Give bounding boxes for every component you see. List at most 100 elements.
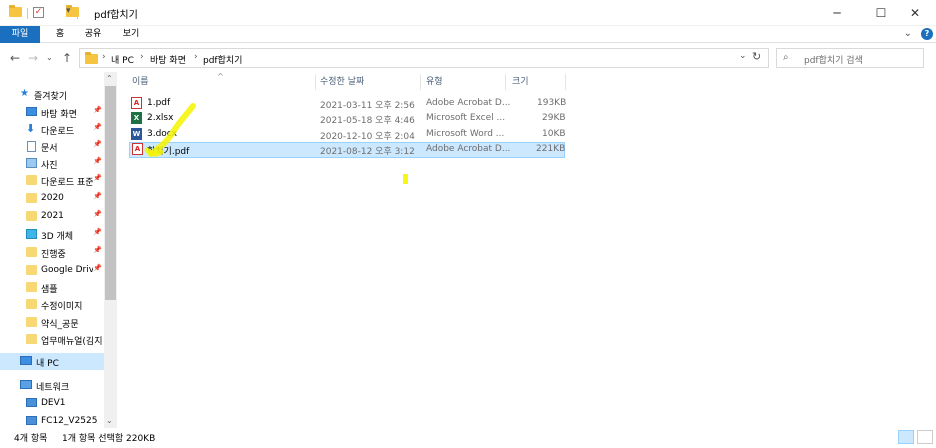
file-type: Adobe Acrobat D... [426,98,511,108]
scrollbar-thumb[interactable] [105,86,116,300]
folder-icon [26,247,37,257]
sidebar-scrollbar[interactable]: ⌃ ⌄ [104,72,117,428]
file-date: 2021-03-11 오후 2:56 [320,101,415,111]
tab-file[interactable]: 파일 [0,26,40,43]
properties-icon[interactable]: ✓ [33,7,44,18]
tab-home[interactable]: 홈 [46,26,74,43]
column-divider[interactable] [505,74,506,90]
separator [27,8,28,19]
refresh-icon[interactable]: ↻ [752,50,761,63]
nav-this-pc[interactable]: 내 PC [0,353,104,370]
minimize-button[interactable]: ─ [814,0,860,26]
details-view-icon[interactable] [898,430,914,444]
nav-label: 업무매뉴얼(김지 [41,337,103,347]
nav-item-downloads[interactable]: ⬇ 다운로드 📌 [0,121,104,138]
nav-item-folder[interactable]: 진행중 📌 [0,244,104,261]
column-divider[interactable] [565,74,566,90]
folder-icon [26,265,37,275]
nav-label: DEV1 [41,398,66,408]
nav-label: 즐겨찾기 [34,92,68,102]
pin-icon[interactable]: 📌 [93,174,102,182]
chevron-right-icon[interactable]: › [102,52,106,62]
download-icon: ⬇ [26,122,36,135]
pin-icon[interactable]: 📌 [93,157,102,165]
file-type: Adobe Acrobat D... [426,144,511,154]
column-header-type[interactable]: 유형 [426,72,443,92]
quick-access-dropdown-icon[interactable]: ▾ [66,6,71,19]
nav-item-folder[interactable]: 다운로드 표준 📌 [0,172,104,189]
pin-icon[interactable]: 📌 [93,123,102,131]
nav-label: 약식_공문 [41,320,79,330]
pin-icon[interactable]: 📌 [93,228,102,236]
chevron-right-icon[interactable]: › [140,52,144,62]
forward-arrow-icon[interactable]: → [28,51,38,65]
tab-view[interactable]: 보기 [114,26,148,43]
status-bar: 4개 항목 1개 항목 선택함 220KB [0,428,936,448]
file-list[interactable]: ^ 이름 수정한 날짜 유형 크기 A 1.pdf 2021-03-11 오후 … [117,72,936,428]
title-bar: ✓ ▾ pdf합치기 ─ ☐ ✕ [0,0,936,26]
sort-ascending-icon: ^ [217,72,224,81]
nav-item-folder[interactable]: 약식_공문 [0,314,104,331]
column-header-name[interactable]: 이름 [132,72,149,92]
nav-item-3d-objects[interactable]: 3D 개체 📌 [0,226,104,243]
breadcrumb-this-pc[interactable]: 내 PC [111,53,134,66]
pin-icon[interactable]: 📌 [93,140,102,148]
nav-label: 3D 개체 [41,232,74,242]
breadcrumb-current[interactable]: pdf합치기 [203,53,242,66]
nav-item-google-drive[interactable]: Google Drive 📌 [0,262,104,279]
nav-item-pictures[interactable]: 사진 📌 [0,155,104,172]
folder-icon [26,193,37,203]
nav-item-folder[interactable]: 수정이미지 [0,296,104,313]
scroll-up-icon[interactable]: ⌃ [106,74,113,83]
folder-icon [26,282,37,292]
chevron-down-icon[interactable]: ⌄ [904,28,912,39]
file-type: Microsoft Excel ... [426,113,506,123]
pin-icon[interactable]: 📌 [93,246,102,254]
address-dropdown-icon[interactable]: ⌄ [739,51,747,61]
nav-item-documents[interactable]: 문서 📌 [0,138,104,155]
search-box[interactable]: ⌕ pdf합치기 검색 [776,48,924,68]
folder-icon [26,334,37,344]
3d-objects-icon [26,229,37,239]
nav-label: 진행중 [41,250,66,260]
chevron-right-icon[interactable]: › [194,52,198,62]
nav-network-item[interactable]: FC12_V2525 [0,413,104,428]
tab-share[interactable]: 공유 [76,26,110,43]
column-divider[interactable] [420,74,421,90]
recent-locations-icon[interactable]: ⌄ [46,53,53,62]
nav-item-folder[interactable]: 샘플 [0,279,104,296]
nav-item-desktop[interactable]: 바탕 화면 📌 [0,104,104,121]
close-button[interactable]: ✕ [892,0,936,26]
nav-item-folder[interactable]: 2020 📌 [0,190,104,207]
pin-icon[interactable]: 📌 [93,210,102,218]
desktop-icon [26,107,37,116]
pin-icon[interactable]: 📌 [93,192,102,200]
file-date: 2021-05-18 오후 4:46 [320,116,415,126]
column-header-size[interactable]: 크기 [512,72,529,92]
back-arrow-icon[interactable]: ← [10,51,20,65]
address-bar[interactable]: › 내 PC › 바탕 화면 › pdf합치기 [79,48,769,68]
nav-item-folder[interactable]: 업무매뉴얼(김지 [0,331,104,348]
scroll-down-icon[interactable]: ⌄ [106,416,113,425]
nav-network-item[interactable]: DEV1 [0,395,104,412]
nav-label: 다운로드 표준 [41,178,93,188]
large-icons-view-icon[interactable] [917,430,933,444]
nav-network[interactable]: 네트워크 [0,377,104,394]
search-icon: ⌕ [783,52,789,63]
nav-item-folder[interactable]: 2021 📌 [0,208,104,225]
navigation-pane[interactable]: ★ 즐겨찾기 바탕 화면 📌 ⬇ 다운로드 📌 문서 📌 사진 📌 다운로드 표… [0,72,117,428]
up-arrow-icon[interactable]: ↑ [62,51,72,65]
column-divider[interactable] [315,74,316,90]
item-count: 4개 항목 [14,434,48,444]
help-icon[interactable]: ? [921,28,933,40]
column-header-date[interactable]: 수정한 날짜 [320,72,364,92]
nav-label: 문서 [41,144,58,154]
nav-quick-access[interactable]: ★ 즐겨찾기 [0,86,104,103]
pin-icon[interactable]: 📌 [93,106,102,114]
nav-label: 바탕 화면 [41,110,77,120]
nav-label: 다운로드 [41,127,75,137]
pin-icon[interactable]: 📌 [93,264,102,272]
breadcrumb-desktop[interactable]: 바탕 화면 [150,53,186,66]
nav-label: Google Drive [41,265,93,275]
selection-info: 1개 항목 선택함 220KB [62,434,156,444]
